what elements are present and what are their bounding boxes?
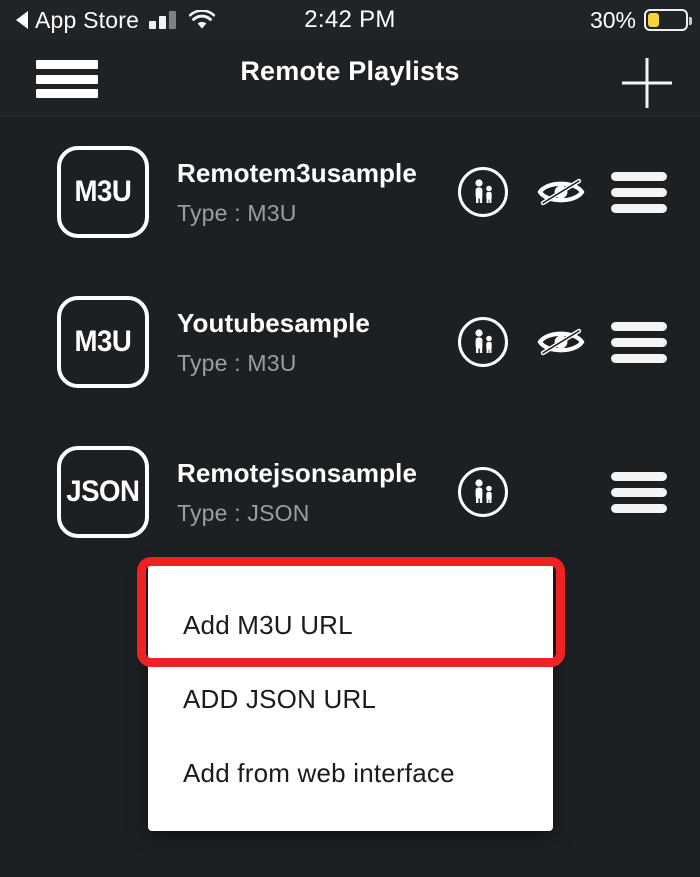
battery-percent-label: 30%: [590, 7, 636, 34]
playlist-row-text: Remotem3usample Type : M3U: [177, 158, 444, 227]
battery-fill: [648, 13, 659, 27]
playlist-row-actions: [444, 467, 678, 517]
drag-handle-icon[interactable]: [611, 172, 667, 213]
playlist-row[interactable]: M3U Remotem3usample Type : M3U: [0, 117, 700, 267]
playlist-list: M3U Remotem3usample Type : M3U: [0, 117, 700, 567]
playlist-row-text: Youtubesample Type : M3U: [177, 308, 444, 377]
playlist-type-badge-label: M3U: [75, 175, 132, 209]
playlist-subtitle: Type : M3U: [177, 350, 444, 377]
playlist-subtitle: Type : JSON: [177, 500, 444, 527]
playlist-row-text: Remotejsonsample Type : JSON: [177, 458, 444, 527]
playlist-row-actions: [444, 167, 678, 217]
eye-slash-icon[interactable]: [535, 172, 587, 212]
plus-icon[interactable]: [620, 56, 674, 110]
parental-control-icon[interactable]: [458, 167, 508, 217]
battery-icon: [644, 9, 688, 31]
playlist-type-badge: JSON: [57, 446, 149, 538]
parental-control-icon[interactable]: [458, 467, 508, 517]
reorder-action[interactable]: [600, 172, 678, 213]
playlist-row-actions: [444, 317, 678, 367]
playlist-title: Remotejsonsample: [177, 458, 444, 489]
playlist-type-badge-label: M3U: [75, 325, 132, 359]
playlist-title: Remotem3usample: [177, 158, 444, 189]
drag-handle-icon[interactable]: [611, 322, 667, 363]
hide-playlist-action[interactable]: [522, 172, 600, 212]
hide-playlist-action[interactable]: [522, 322, 600, 362]
status-bar-right: 30%: [590, 7, 688, 34]
playlist-title: Youtubesample: [177, 308, 444, 339]
page-title: Remote Playlists: [0, 56, 700, 87]
drag-handle-icon[interactable]: [611, 472, 667, 513]
phone-screen: App Store 2:42 PM 30% Remote Play: [0, 0, 700, 877]
add-playlist-popup-menu: Add M3U URL ADD JSON URL Add from web in…: [148, 563, 553, 831]
menu-item-add-from-web-interface[interactable]: Add from web interface: [148, 741, 553, 805]
playlist-type-badge: M3U: [57, 146, 149, 238]
eye-slash-icon[interactable]: [535, 322, 587, 362]
parental-control-action[interactable]: [444, 317, 522, 367]
parental-control-action[interactable]: [444, 467, 522, 517]
playlist-row[interactable]: JSON Remotejsonsample Type : JSON: [0, 417, 700, 567]
playlist-subtitle: Type : M3U: [177, 200, 444, 227]
reorder-action[interactable]: [600, 472, 678, 513]
playlist-row[interactable]: M3U Youtubesample Type : M3U: [0, 267, 700, 417]
app-bar: Remote Playlists: [0, 40, 700, 117]
menu-item-add-m3u-url[interactable]: Add M3U URL: [148, 593, 553, 657]
parental-control-icon[interactable]: [458, 317, 508, 367]
parental-control-action[interactable]: [444, 167, 522, 217]
menu-item-add-json-url[interactable]: ADD JSON URL: [148, 667, 553, 731]
reorder-action[interactable]: [600, 322, 678, 363]
playlist-type-badge: M3U: [57, 296, 149, 388]
playlist-type-badge-label: JSON: [66, 475, 139, 509]
status-bar: App Store 2:42 PM 30%: [0, 0, 700, 40]
